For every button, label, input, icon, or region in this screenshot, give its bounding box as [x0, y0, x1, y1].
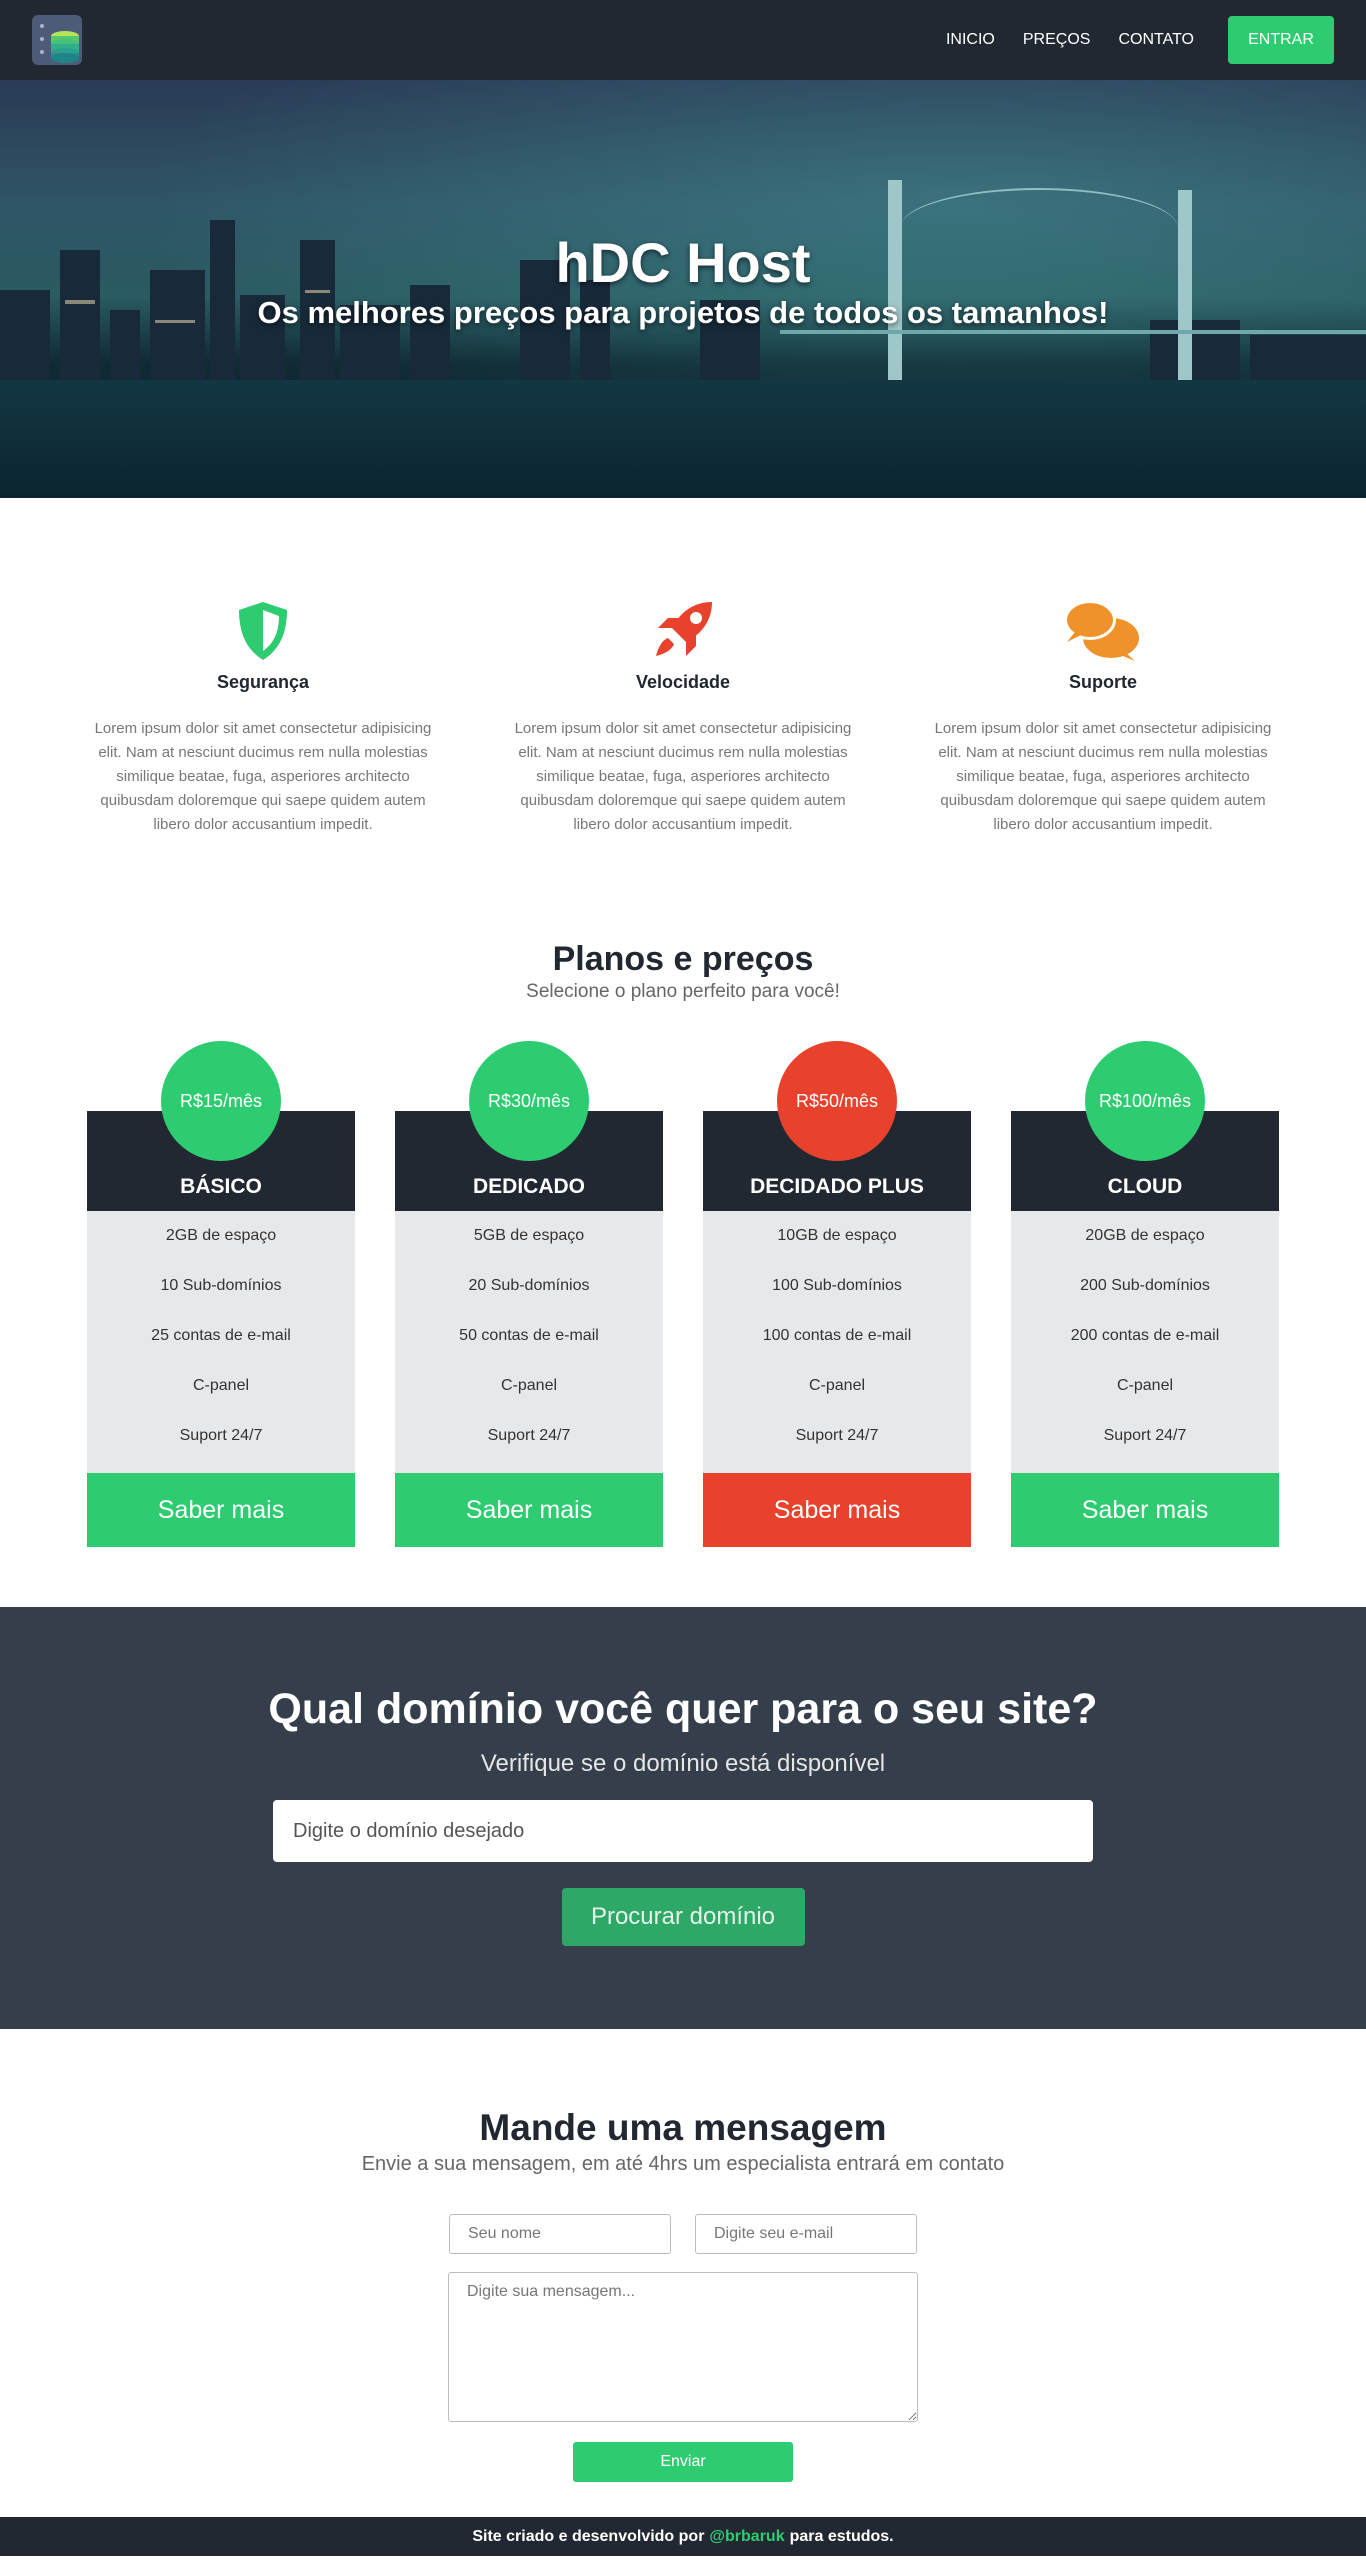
plan-features: 5GB de espaço 20 Sub-domínios 50 contas … — [395, 1211, 663, 1473]
plan-card-cloud: R$100/mês CLOUD 20GB de espaço 200 Sub-d… — [1011, 1041, 1279, 1607]
server-led — [40, 50, 44, 54]
author-link[interactable]: @brbaruk — [709, 2528, 784, 2546]
skyline-building — [1250, 335, 1366, 380]
shield-icon — [78, 592, 448, 662]
plan-feature: Suport 24/7 — [795, 1427, 879, 1444]
feature-text: Lorem ipsum dolor sit amet consectetur a… — [934, 720, 1272, 833]
plan-feature: 50 contas de e-mail — [459, 1327, 599, 1344]
feature-title: Segurança — [216, 672, 310, 692]
plan-feature: C-panel — [192, 1377, 250, 1394]
hero-title: hDC Host — [555, 231, 811, 294]
plan-card-basico: R$15/mês BÁSICO 2GB de espaço 10 Sub-dom… — [87, 1041, 355, 1607]
learn-more-button[interactable]: Saber mais — [703, 1473, 971, 1547]
plan-feature: 20GB de espaço — [1085, 1227, 1205, 1244]
plans-section: Planos e preços Selecione o plano perfei… — [0, 928, 1366, 1607]
footer: Site criado e desenvolvido por @brbaruk … — [0, 2517, 1366, 2556]
plans-grid: R$15/mês BÁSICO 2GB de espaço 10 Sub-dom… — [0, 1041, 1366, 1607]
feature-security: Segurança Lorem ipsum dolor sit amet con… — [78, 592, 448, 928]
plan-feature: 200 contas de e-mail — [1070, 1327, 1220, 1344]
contact-title: Mande uma mensagem — [479, 2107, 887, 2148]
plan-feature: 200 Sub-domínios — [1080, 1277, 1210, 1294]
plan-features: 20GB de espaço 200 Sub-domínios 200 cont… — [1011, 1211, 1279, 1473]
server-led — [40, 37, 44, 41]
hero-water — [0, 380, 1366, 498]
plan-card-dedicado-plus: R$50/mês DECIDADO PLUS 10GB de espaço 10… — [703, 1041, 971, 1607]
plan-feature: 5GB de espaço — [473, 1227, 585, 1244]
domain-search-section: Qual domínio você quer para o seu site? … — [0, 1607, 1366, 2029]
email-field[interactable] — [695, 2214, 917, 2254]
send-button[interactable]: Enviar — [573, 2442, 793, 2482]
plan-feature: 100 Sub-domínios — [772, 1277, 902, 1294]
plan-features: 2GB de espaço 10 Sub-domínios 25 contas … — [87, 1211, 355, 1473]
price-badge: R$15/mês — [161, 1041, 281, 1161]
feature-title: Velocidade — [635, 672, 731, 692]
message-field[interactable] — [448, 2272, 918, 2422]
database-shape — [51, 31, 79, 63]
feature-speed: Velocidade Lorem ipsum dolor sit amet co… — [498, 592, 868, 928]
feature-text: Lorem ipsum dolor sit amet consectetur a… — [514, 720, 852, 833]
features-section: Segurança Lorem ipsum dolor sit amet con… — [0, 498, 1366, 928]
plan-feature: 25 contas de e-mail — [151, 1327, 291, 1344]
contact-section: Mande uma mensagem Envie a sua mensagem,… — [0, 2029, 1366, 2517]
plan-features: 10GB de espaço 100 Sub-domínios 100 cont… — [703, 1211, 971, 1473]
plan-feature: 20 Sub-domínios — [468, 1277, 590, 1294]
hero-text: hDC Host Os melhores preços para projeto… — [0, 235, 1366, 331]
hero-banner: hDC Host Os melhores preços para projeto… — [0, 80, 1366, 498]
nav-link-precos[interactable]: PREÇOS — [1023, 31, 1091, 49]
plan-feature: C-panel — [500, 1377, 558, 1394]
plan-feature: Suport 24/7 — [179, 1427, 263, 1444]
nav-link-inicio[interactable]: INICIO — [946, 31, 995, 49]
domain-subtitle: Verifique se o domínio está disponível — [480, 1750, 886, 1777]
plan-feature: 100 contas de e-mail — [762, 1327, 912, 1344]
price-badge: R$50/mês — [777, 1041, 897, 1161]
plan-feature: C-panel — [808, 1377, 866, 1394]
plan-feature: Suport 24/7 — [487, 1427, 571, 1444]
learn-more-button[interactable]: Saber mais — [1011, 1473, 1279, 1547]
contact-subtitle: Envie a sua mensagem, em até 4hrs um esp… — [361, 2153, 1005, 2175]
domain-title: Qual domínio você quer para o seu site? — [268, 1685, 1098, 1733]
navbar: INICIO PREÇOS CONTATO ENTRAR — [0, 0, 1366, 80]
price-badge: R$30/mês — [469, 1041, 589, 1161]
plans-header: Planos e preços Selecione o plano perfei… — [0, 928, 1366, 1003]
nav-menu: INICIO PREÇOS CONTATO ENTRAR — [918, 16, 1334, 64]
server-led — [40, 24, 44, 28]
domain-input[interactable] — [273, 1800, 1093, 1862]
plan-feature: 2GB de espaço — [165, 1227, 277, 1244]
plan-card-dedicado: R$30/mês DEDICADO 5GB de espaço 20 Sub-d… — [395, 1041, 663, 1607]
server-database-icon[interactable] — [32, 15, 82, 65]
plans-subtitle: Selecione o plano perfeito para você! — [526, 981, 840, 1002]
contact-row — [0, 2214, 1366, 2254]
name-field[interactable] — [449, 2214, 671, 2254]
learn-more-button[interactable]: Saber mais — [87, 1473, 355, 1547]
feature-title: Suporte — [1068, 672, 1137, 692]
chat-bubbles-icon — [918, 592, 1288, 662]
plan-feature: C-panel — [1116, 1377, 1174, 1394]
feature-text: Lorem ipsum dolor sit amet consectetur a… — [94, 720, 432, 833]
nav-link-contato[interactable]: CONTATO — [1118, 31, 1194, 49]
rocket-icon — [498, 592, 868, 662]
hero-subtitle: Os melhores preços para projetos de todo… — [257, 295, 1109, 330]
price-badge: R$100/mês — [1085, 1041, 1205, 1161]
plan-feature: Suport 24/7 — [1103, 1427, 1187, 1444]
enter-button[interactable]: ENTRAR — [1228, 16, 1334, 64]
footer-prefix: Site criado e desenvolvido por — [472, 2527, 705, 2545]
plans-title: Planos e preços — [552, 940, 814, 978]
plan-feature: 10 Sub-domínios — [160, 1277, 282, 1294]
footer-suffix: para estudos. — [789, 2527, 894, 2545]
search-domain-button[interactable]: Procurar domínio — [561, 1888, 805, 1946]
learn-more-button[interactable]: Saber mais — [395, 1473, 663, 1547]
feature-support: Suporte Lorem ipsum dolor sit amet conse… — [918, 592, 1288, 928]
plan-feature: 10GB de espaço — [777, 1227, 897, 1244]
